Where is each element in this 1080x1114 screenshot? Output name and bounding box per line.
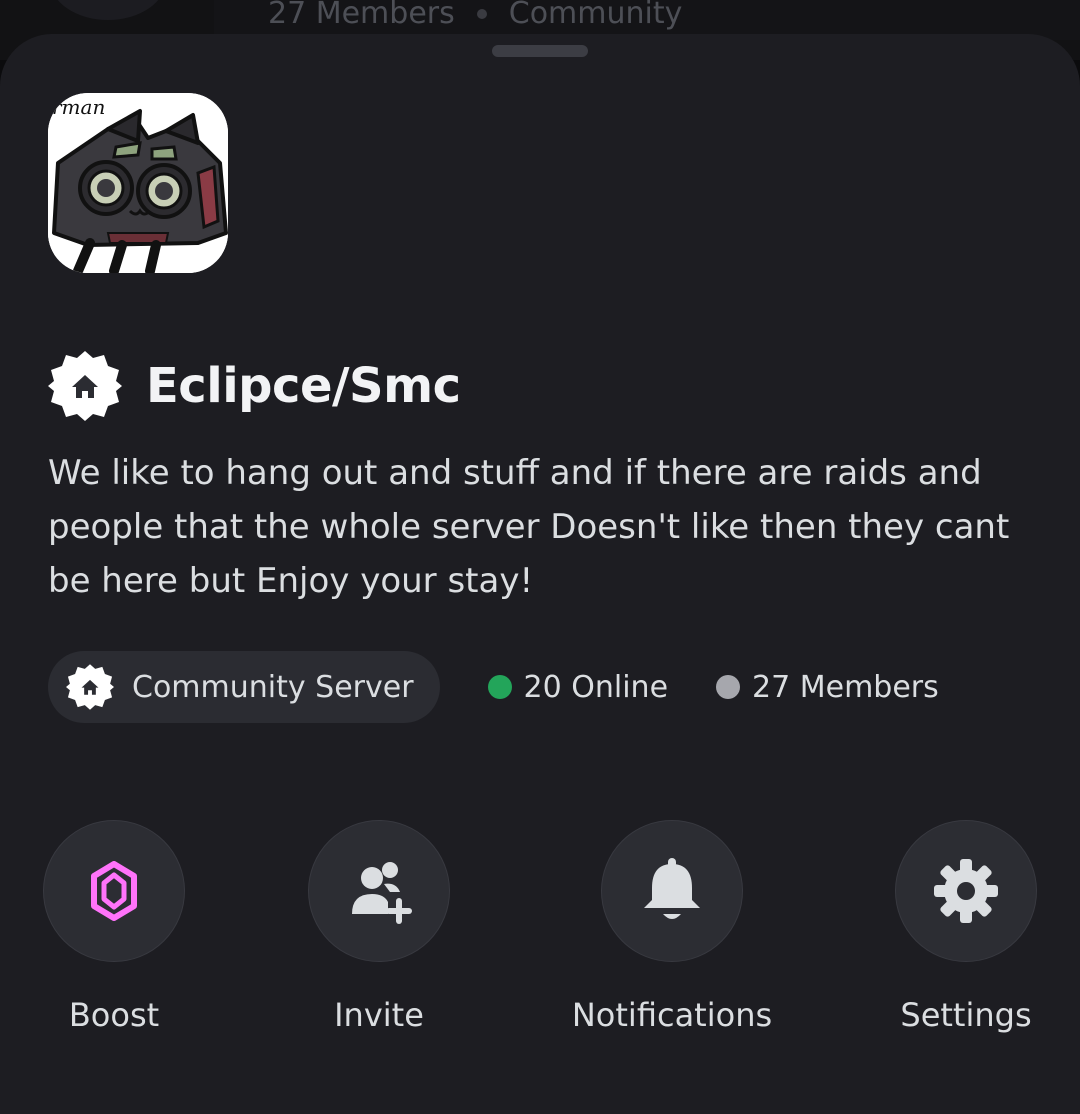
server-stats-row: Community Server 20 Online 27 Members [48,651,939,723]
server-name: Eclipce/Smc [146,358,461,414]
community-home-badge-icon [48,351,122,421]
settings-button-circle[interactable] [895,820,1037,962]
community-server-pill[interactable]: Community Server [48,651,440,723]
member-count-label: 27 Members [752,669,939,705]
community-server-label: Community Server [132,669,414,705]
online-status-dot [487,675,512,699]
add-user-icon [352,862,412,924]
community-home-icon [66,664,114,710]
backdrop-separator-dot [476,8,487,19]
invite-button-circle[interactable] [308,820,450,962]
backdrop-avatar [50,0,166,20]
server-avatar-drawing [48,93,228,273]
bell-icon [644,858,700,919]
backdrop-members-text: 27 Members [268,0,455,31]
server-name-row: Eclipce/Smc [48,346,461,426]
online-count: 20 Online [487,669,669,705]
settings-label: Settings [900,996,1032,1034]
member-status-dot [716,675,741,699]
gear-icon [934,859,998,923]
member-count: 27 Members [716,670,939,705]
notifications-button-circle[interactable] [601,820,743,962]
backdrop-type-text: Community [508,0,683,31]
server-avatar-image: rman [48,93,228,273]
boost-button[interactable]: Boost [0,820,234,1034]
online-count-label: 20 Online [523,669,669,705]
notifications-button[interactable]: Notifications [552,820,792,1034]
settings-button[interactable]: Settings [846,820,1080,1034]
invite-label: Invite [334,996,424,1034]
invite-button[interactable]: Invite [259,820,499,1034]
boost-label: Boost [68,996,160,1034]
server-avatar-caption: rman [52,95,106,119]
boost-button-circle[interactable] [43,820,185,962]
sheet-drag-handle[interactable] [492,45,588,57]
server-description: We like to hang out and stuff and if the… [48,453,1010,601]
boost-gem-icon [91,861,137,921]
notifications-label: Notifications [571,996,773,1034]
backdrop-meta: 27 Members Community [268,0,682,31]
